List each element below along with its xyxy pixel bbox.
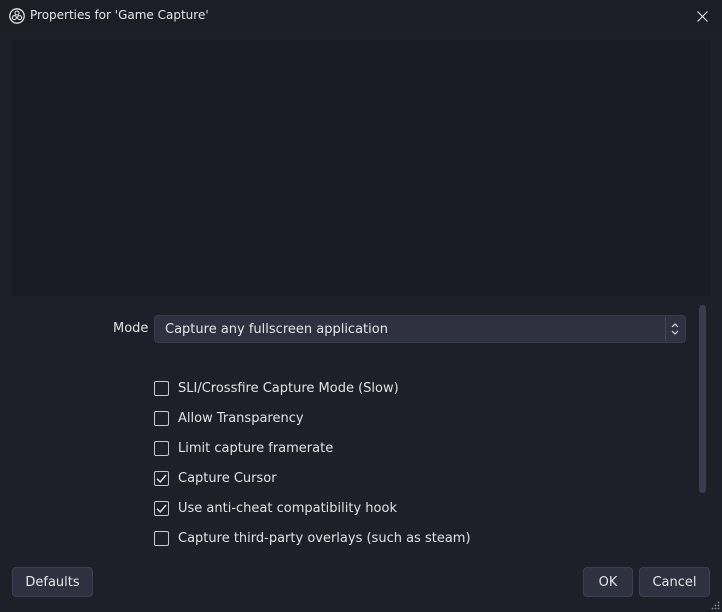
checkbox-box[interactable]	[154, 380, 169, 396]
updown-chevron-icon	[671, 323, 679, 335]
checkmark-icon	[156, 474, 167, 483]
checkbox-box[interactable]	[154, 530, 169, 546]
checkbox-label: Capture Cursor	[178, 470, 277, 486]
checkbox-box[interactable]	[154, 470, 169, 486]
mode-selected-value: Capture any fullscreen application	[165, 322, 388, 337]
title-bar: Properties for 'Game Capture'	[0, 0, 722, 32]
close-button[interactable]	[682, 0, 722, 32]
mode-select[interactable]: Capture any fullscreen application	[154, 315, 686, 343]
checkbox-box[interactable]	[154, 440, 169, 456]
checkmark-icon	[156, 504, 167, 513]
obs-logo-icon	[9, 8, 25, 24]
scrollbar-thumb[interactable]	[699, 305, 706, 493]
checkbox-allow-transparency[interactable]: Allow Transparency	[154, 408, 304, 428]
close-icon	[696, 10, 708, 22]
vertical-scrollbar[interactable]	[698, 305, 708, 495]
checkbox-anti-cheat-hook[interactable]: Use anti-cheat compatibility hook	[154, 498, 397, 518]
checkbox-label: Allow Transparency	[178, 410, 304, 426]
cancel-button[interactable]: Cancel	[639, 567, 710, 597]
ok-button[interactable]: OK	[583, 567, 633, 597]
mode-select-divider	[665, 317, 666, 341]
checkbox-label: SLI/Crossfire Capture Mode (Slow)	[178, 380, 399, 396]
checkbox-capture-cursor[interactable]: Capture Cursor	[154, 468, 277, 488]
checkbox-label: Capture third-party overlays (such as st…	[178, 530, 471, 546]
checkbox-sli-crossfire[interactable]: SLI/Crossfire Capture Mode (Slow)	[154, 378, 399, 398]
source-preview	[12, 40, 710, 296]
checkbox-limit-framerate[interactable]: Limit capture framerate	[154, 438, 333, 458]
window-title: Properties for 'Game Capture'	[30, 8, 209, 22]
defaults-button[interactable]: Defaults	[12, 567, 93, 597]
mode-label: Mode	[113, 321, 149, 336]
checkbox-third-party-overlays[interactable]: Capture third-party overlays (such as st…	[154, 528, 471, 548]
checkbox-box[interactable]	[154, 500, 169, 516]
checkbox-box[interactable]	[154, 410, 169, 426]
resize-grip-icon[interactable]	[711, 601, 720, 610]
checkbox-label: Limit capture framerate	[178, 440, 334, 456]
checkbox-label: Use anti-cheat compatibility hook	[178, 500, 397, 516]
